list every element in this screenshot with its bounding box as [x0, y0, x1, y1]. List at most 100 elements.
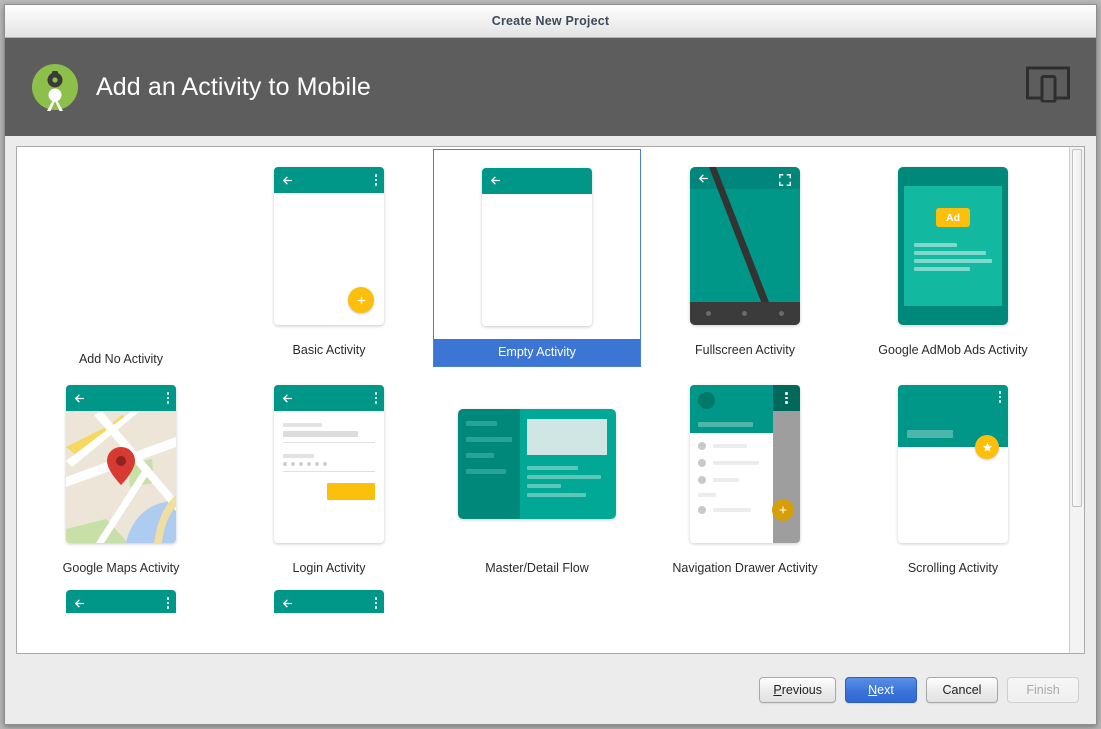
map-preview — [66, 411, 176, 543]
avatar — [698, 392, 715, 409]
floating-action-button — [975, 435, 999, 459]
template-tile-scrolling-activity[interactable]: Scrolling Activity — [849, 367, 1057, 585]
login-form-mock — [274, 411, 384, 500]
star-icon — [982, 442, 992, 451]
master-list-pane — [458, 409, 520, 519]
list-item — [698, 459, 765, 467]
template-tile-row3-col1[interactable] — [17, 585, 225, 613]
template-tile-navigation-drawer-activity[interactable]: Navigation Drawer Activity — [641, 367, 849, 585]
overflow-menu-icon — [374, 174, 377, 186]
navigation-drawer-mock — [690, 385, 773, 543]
template-label: Basic Activity — [292, 343, 366, 357]
template-list-scrollbar[interactable] — [1069, 147, 1084, 653]
app-bar-title-placeholder — [907, 430, 953, 438]
template-art-fullscreen — [641, 154, 849, 338]
phone-mock — [274, 385, 384, 543]
content-placeholder-lines — [904, 243, 1002, 275]
overflow-menu-icon — [374, 392, 377, 404]
ad-badge: Ad — [936, 208, 970, 227]
create-new-project-dialog: Create New Project Add an Activity to Mo… — [4, 4, 1097, 725]
template-tile-basic-activity[interactable]: Basic Activity — [225, 149, 433, 367]
template-art-partial — [225, 590, 433, 613]
app-bar — [773, 385, 800, 411]
previous-button[interactable]: Previous — [759, 677, 836, 703]
template-tile-master-detail-flow[interactable]: Master/Detail Flow — [433, 367, 641, 585]
list-item — [698, 476, 765, 484]
next-button[interactable]: Next — [845, 677, 917, 703]
back-arrow-icon — [491, 176, 500, 185]
phone-mock — [690, 385, 800, 543]
back-arrow-icon — [75, 394, 84, 402]
content-scrim — [772, 385, 800, 543]
cancel-button[interactable]: Cancel — [926, 677, 998, 703]
overflow-menu-icon — [785, 392, 788, 404]
template-tile-login-activity[interactable]: Login Activity — [225, 367, 433, 585]
template-grid: Add No Activity Basic Activity Empty Act… — [17, 147, 1057, 613]
back-arrow-icon — [283, 176, 292, 184]
wizard-header-title: Add an Activity to Mobile — [96, 72, 371, 101]
template-art-empty — [433, 154, 641, 339]
ad-card: Ad — [904, 186, 1002, 306]
dialog-title: Create New Project — [491, 14, 610, 28]
app-bar — [66, 590, 176, 613]
template-art-navdrawer — [641, 372, 849, 556]
tablet-phone-icon — [1026, 66, 1070, 108]
fullscreen-expand-icon — [778, 173, 792, 187]
app-bar — [274, 590, 384, 613]
back-arrow-icon — [75, 599, 84, 607]
app-bar — [482, 167, 592, 194]
wizard-footer: Previous Next Cancel Finish — [5, 662, 1096, 724]
floating-action-button — [348, 287, 374, 313]
template-art-masterdetail — [433, 372, 641, 556]
email-field-mock — [283, 431, 375, 443]
template-art-scrolling — [849, 372, 1057, 556]
phone-mock — [690, 167, 800, 325]
plus-icon — [357, 296, 365, 304]
detail-pane — [520, 409, 616, 519]
floating-action-button — [772, 499, 794, 521]
template-tile-fullscreen-activity[interactable]: Fullscreen Activity — [641, 149, 849, 367]
template-tile-admob-activity[interactable]: Ad Google AdMob Ads Activity — [849, 149, 1057, 367]
template-label: Login Activity — [292, 561, 366, 575]
template-tile-row3-col4 — [641, 585, 849, 613]
overflow-menu-icon — [374, 597, 377, 609]
template-art-admob: Ad — [849, 154, 1057, 338]
overflow-menu-icon — [998, 391, 1001, 447]
system-nav-bar — [690, 302, 800, 325]
template-chooser-area: Add No Activity Basic Activity Empty Act… — [5, 136, 1096, 662]
sign-in-button-mock — [327, 483, 375, 500]
tablet-mock — [458, 409, 616, 519]
overflow-menu-icon — [166, 392, 169, 404]
template-label: Add No Activity — [78, 352, 164, 366]
template-list-panel: Add No Activity Basic Activity Empty Act… — [16, 146, 1085, 654]
template-label: Master/Detail Flow — [485, 561, 589, 575]
plus-icon — [779, 506, 787, 514]
template-tile-row3-col2[interactable] — [225, 585, 433, 613]
template-art-basic — [225, 154, 433, 338]
detail-image-placeholder — [527, 419, 607, 455]
phone-mock — [482, 167, 592, 326]
template-tile-google-maps-activity[interactable]: Google Maps Activity — [17, 367, 225, 585]
finish-button: Finish — [1007, 677, 1079, 703]
phone-mock — [66, 590, 176, 613]
template-art-login — [225, 372, 433, 556]
template-tile-empty-activity[interactable]: Empty Activity — [433, 149, 641, 367]
template-grid-viewport[interactable]: Add No Activity Basic Activity Empty Act… — [17, 147, 1069, 653]
drawer-item-list — [690, 433, 773, 514]
template-label: Navigation Drawer Activity — [672, 561, 818, 575]
scrollbar-thumb[interactable] — [1072, 149, 1082, 507]
phone-mock: Ad — [898, 167, 1008, 325]
template-tile-add-no-activity[interactable]: Add No Activity — [17, 149, 225, 367]
dialog-titlebar: Create New Project — [5, 5, 1096, 38]
app-bar — [66, 385, 176, 411]
password-field-mock — [283, 462, 375, 472]
wizard-header: Add an Activity to Mobile — [5, 38, 1096, 136]
phone-mock — [66, 385, 176, 543]
overflow-menu-icon — [166, 597, 169, 609]
template-art-partial — [17, 590, 225, 613]
template-label: Scrolling Activity — [907, 561, 999, 575]
template-label: Google Maps Activity — [62, 561, 180, 575]
list-item — [698, 442, 765, 450]
template-label: Fullscreen Activity — [694, 343, 796, 357]
back-arrow-icon — [283, 599, 292, 607]
